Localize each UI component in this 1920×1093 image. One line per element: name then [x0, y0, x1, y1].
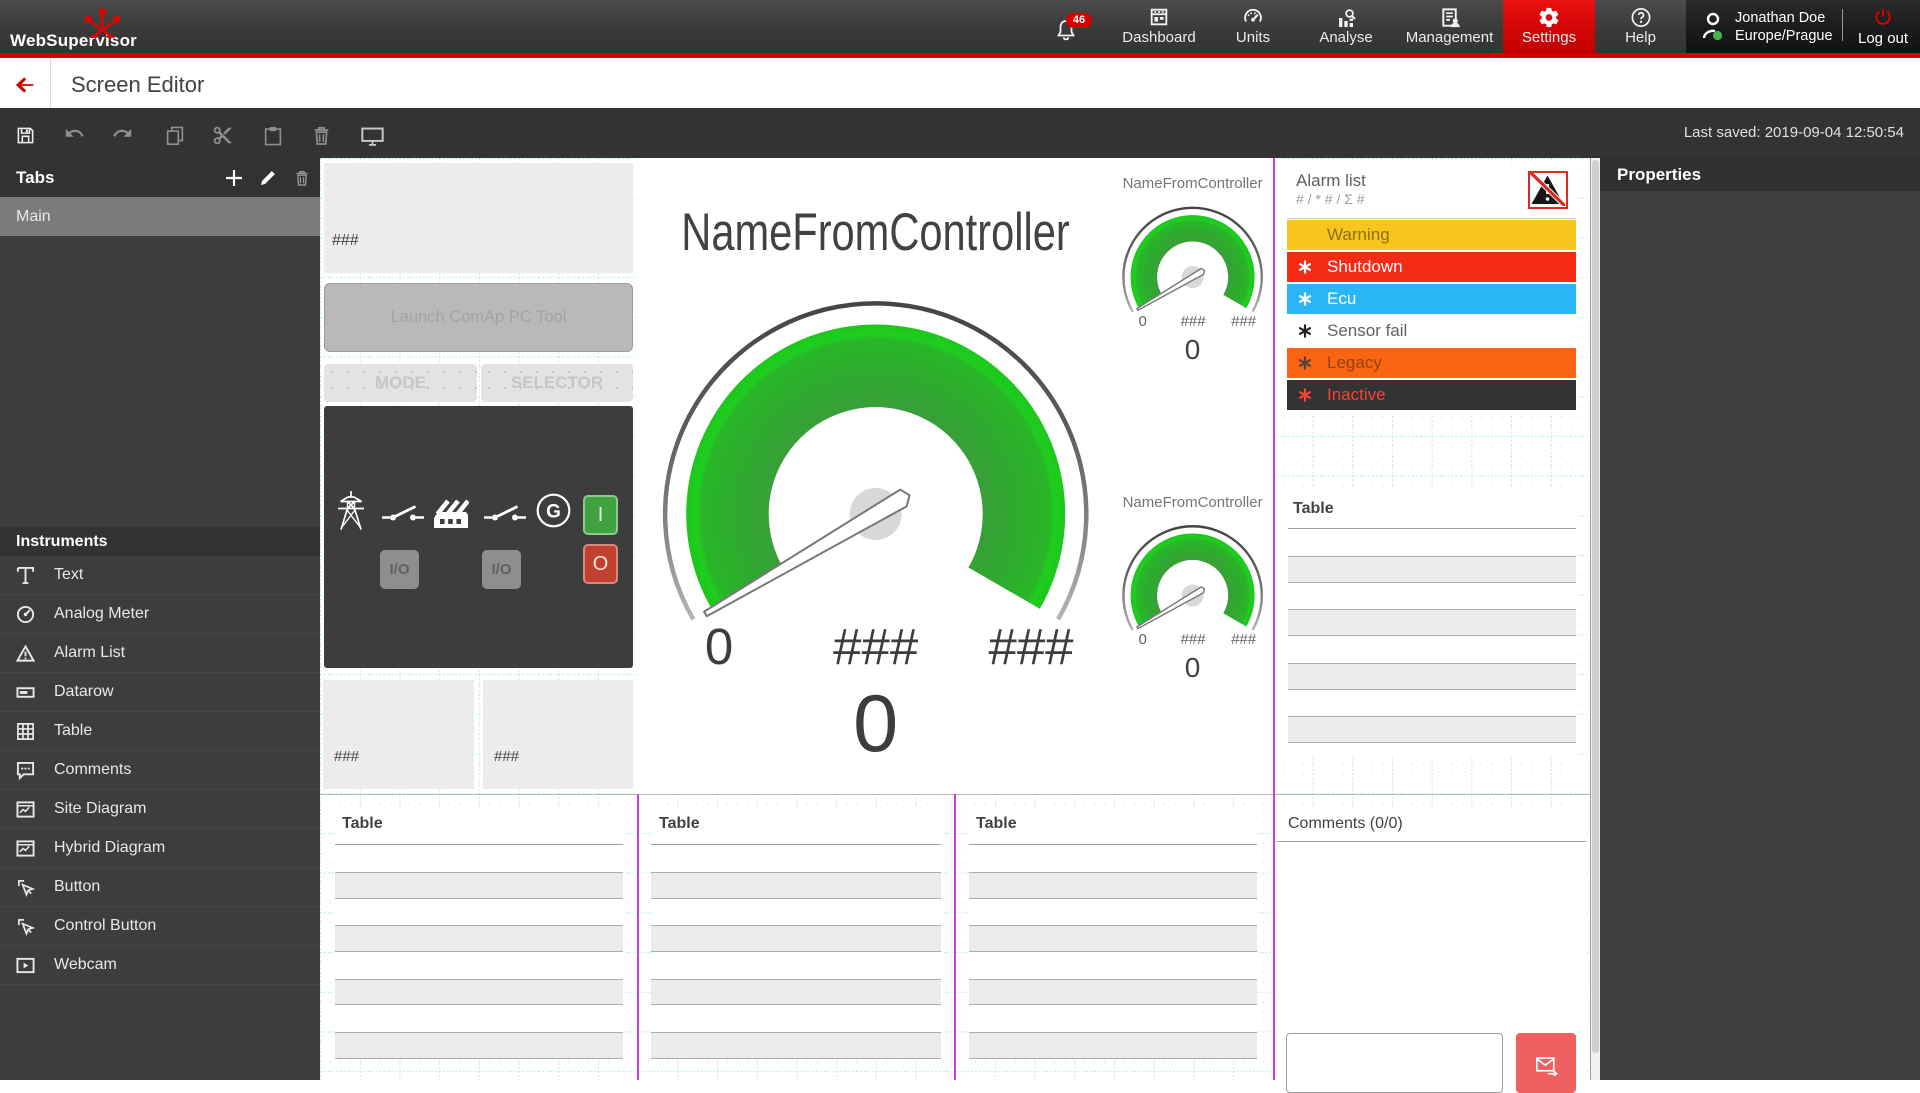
svg-text:G: G	[546, 502, 561, 523]
